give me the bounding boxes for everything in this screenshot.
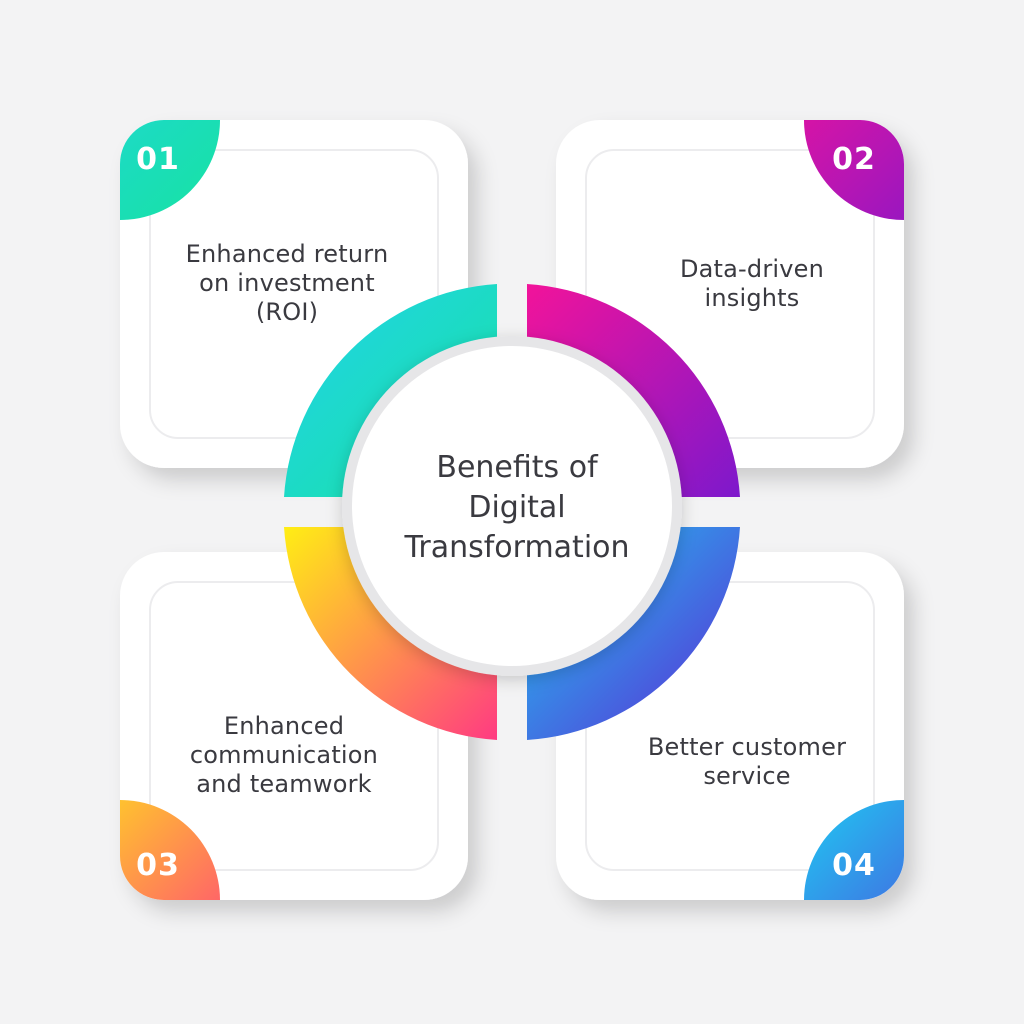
benefit-text-04: Better customer service bbox=[647, 733, 847, 790]
badge-03-shape bbox=[120, 800, 220, 900]
badge-number-02: 02 bbox=[832, 142, 876, 177]
center-title: Benefits of Digital Transformation bbox=[404, 450, 630, 565]
benefits-infographic: 01 02 03 04 Enhanced return on investmen… bbox=[0, 0, 1024, 1024]
badge-number-04: 04 bbox=[832, 848, 876, 883]
benefit-text-01: Enhanced return on investment (ROI) bbox=[185, 240, 389, 326]
badge-number-01: 01 bbox=[136, 142, 180, 177]
badge-02-shape bbox=[804, 120, 904, 220]
badge-04-shape bbox=[804, 800, 904, 900]
benefit-text-03: Enhanced communication and teamwork bbox=[189, 712, 379, 798]
benefit-text-02: Data-driven insights bbox=[679, 255, 825, 312]
badge-number-03: 03 bbox=[136, 848, 180, 883]
badge-01-shape bbox=[120, 120, 220, 220]
